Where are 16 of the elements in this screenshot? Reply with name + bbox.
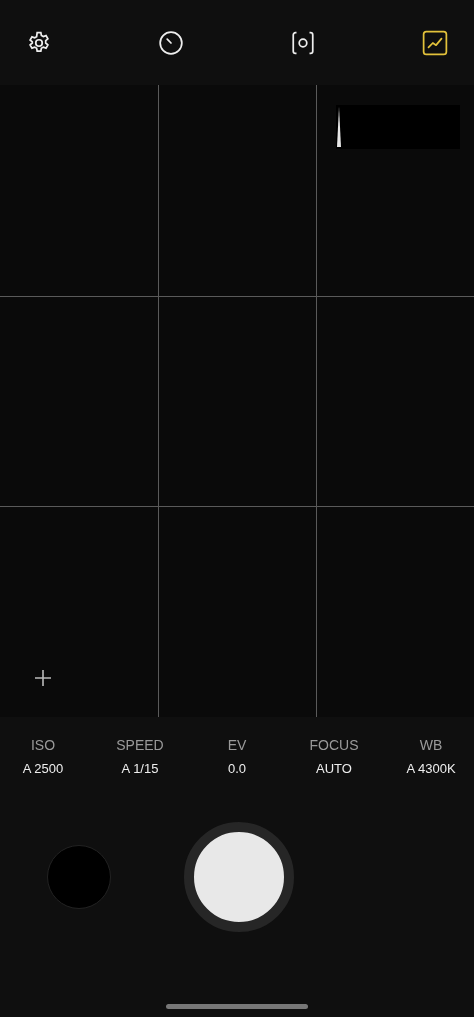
setting-value[interactable]: A 2500 [22,761,64,776]
timer-toggle[interactable] [157,28,185,57]
add-icon[interactable] [34,669,52,687]
setting-value[interactable]: 0.0 [227,761,247,776]
histogram-toggle[interactable] [421,28,449,57]
setting-label[interactable]: FOCUS [309,737,359,753]
chart-icon [422,29,448,56]
setting-label[interactable]: ISO [30,737,56,753]
lens-icon [290,29,316,56]
setting-value[interactable]: A 4300K [406,761,456,776]
setting-label[interactable]: SPEED [116,737,164,753]
setting-value[interactable]: AUTO [316,761,352,776]
setting-label[interactable]: WB [419,737,443,753]
timer-icon [158,29,184,56]
setting-label[interactable]: EV [227,737,247,753]
setting-value[interactable]: A 1/15 [121,761,159,776]
